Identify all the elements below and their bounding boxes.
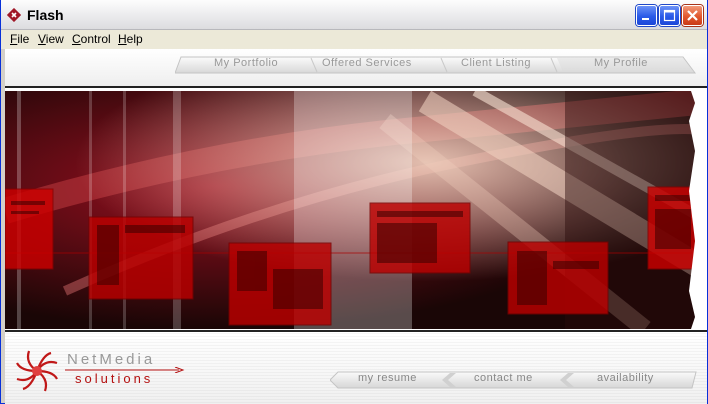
menu-file[interactable]: File <box>10 32 29 46</box>
footer: NetMedia solutions my resume contact me <box>5 333 707 404</box>
logo-wordmark-netmedia: NetMedia <box>67 351 156 368</box>
tab-my-portfolio[interactable]: My Portfolio <box>214 57 278 69</box>
minimize-icon <box>642 18 649 20</box>
netmedia-swirl-logo <box>16 350 58 392</box>
menu-view[interactable]: View <box>38 32 64 46</box>
menu-help[interactable]: Help <box>118 32 143 46</box>
maximize-icon <box>663 9 676 22</box>
link-availability[interactable]: availability <box>597 372 654 384</box>
top-navigation: My Portfolio Offered Services Client Lis… <box>5 49 707 87</box>
portfolio-banner <box>5 91 707 329</box>
menu-control[interactable]: Control <box>72 32 111 46</box>
minimize-button[interactable] <box>636 5 657 26</box>
close-icon <box>687 10 698 21</box>
top-divider <box>5 86 707 88</box>
tab-my-profile[interactable]: My Profile <box>594 57 648 69</box>
portfolio-banner-graphic <box>5 91 707 329</box>
logo-wordmark-solutions: solutions <box>75 371 154 386</box>
link-my-resume[interactable]: my resume <box>358 372 417 384</box>
app-window: Flash File View Control Help My Portfoli… <box>0 0 708 404</box>
flash-app-icon <box>7 8 21 22</box>
tab-client-listing[interactable]: Client Listing <box>461 57 531 69</box>
menu-bar: File View Control Help <box>1 30 707 49</box>
title-bar[interactable]: Flash <box>1 0 707 30</box>
window-title: Flash <box>27 7 64 23</box>
maximize-button[interactable] <box>659 5 680 26</box>
link-contact-me[interactable]: contact me <box>474 372 533 384</box>
tab-offered-services[interactable]: Offered Services <box>322 57 412 69</box>
close-button[interactable] <box>682 5 703 26</box>
flash-stage: My Portfolio Offered Services Client Lis… <box>5 49 707 404</box>
bottom-divider <box>5 330 707 332</box>
